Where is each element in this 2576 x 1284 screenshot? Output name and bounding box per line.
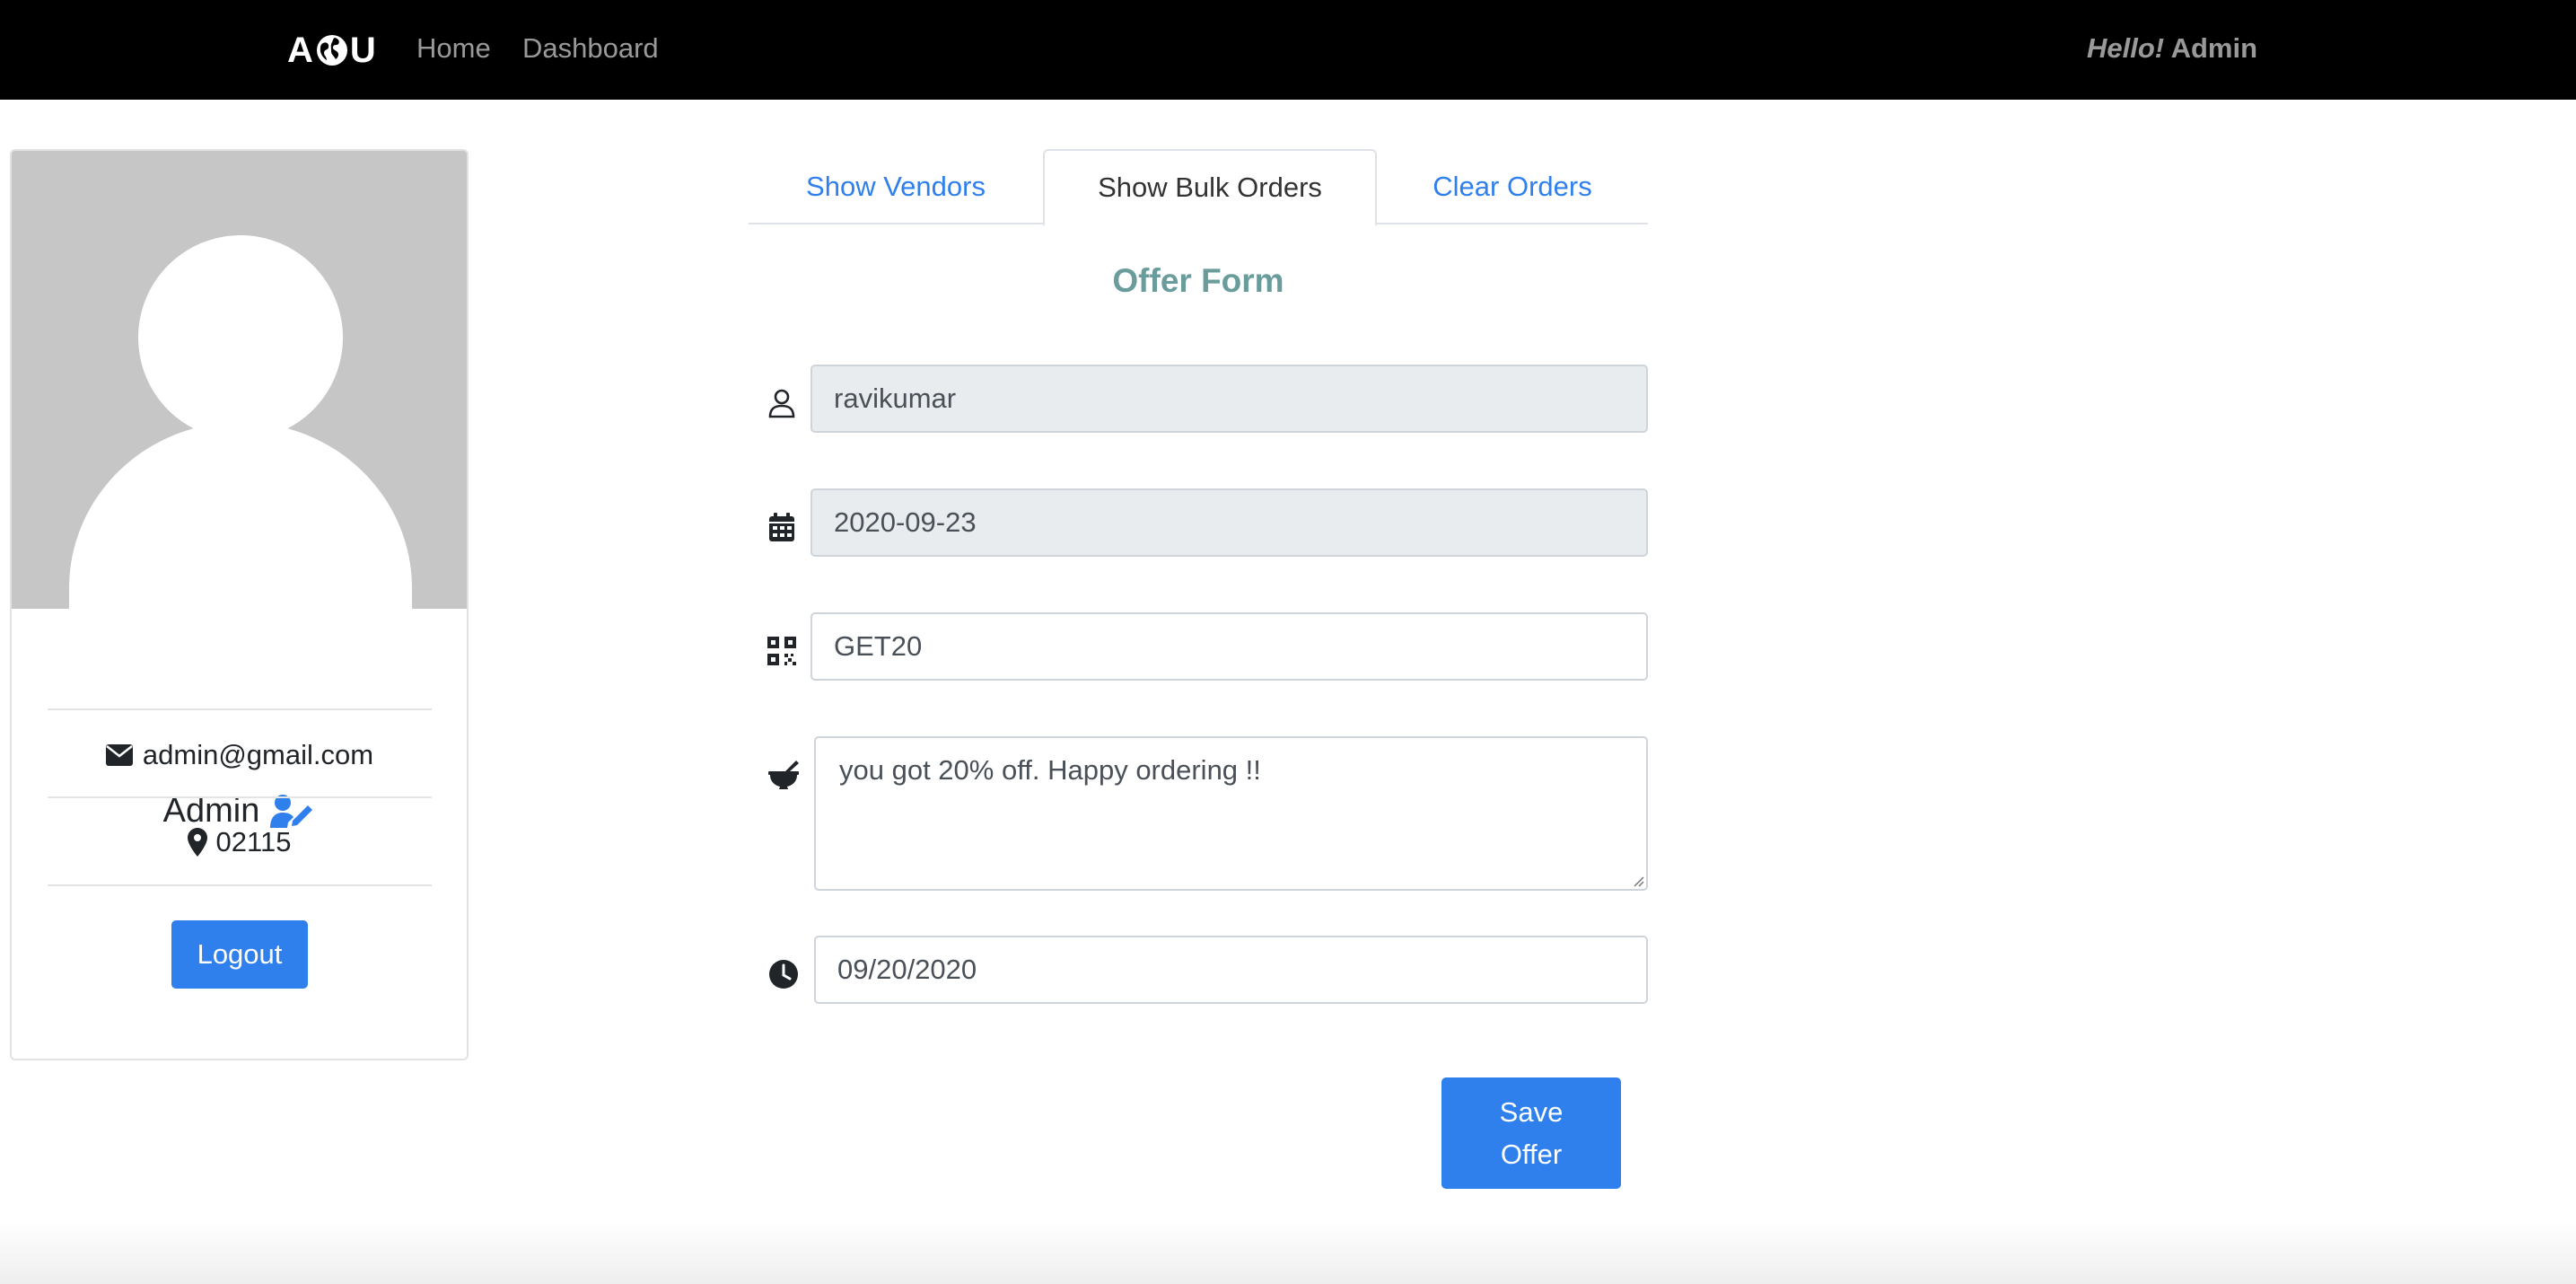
nav-link-dashboard[interactable]: Dashboard — [522, 32, 659, 65]
profile-email: admin@gmail.com — [142, 739, 374, 770]
avatar — [12, 151, 467, 609]
map-marker-icon — [187, 828, 207, 857]
page-footer-shade — [0, 1221, 2576, 1284]
globe-icon — [316, 35, 347, 66]
mortar-pestle-icon — [768, 761, 799, 789]
brand-letter-u: U — [349, 30, 377, 70]
save-offer-label-line2: Offer — [1500, 1139, 1563, 1170]
save-offer-label-line1: Save — [1499, 1096, 1564, 1128]
profile-zip: 02115 — [215, 826, 292, 857]
avatar-head-shape — [138, 235, 343, 440]
offer-message-textarea[interactable]: you got 20% off. Happy ordering !! — [814, 736, 1648, 891]
brand-letter-a: A — [287, 30, 314, 70]
username-input[interactable]: ravikumar — [810, 365, 1648, 433]
clock-icon — [769, 960, 798, 989]
divider — [48, 884, 432, 886]
brand-logo[interactable]: A U — [287, 27, 377, 74]
greeting: Hello! Admin — [2087, 32, 2257, 65]
divider — [48, 708, 432, 710]
calendar-icon — [769, 513, 794, 541]
nav-link-home[interactable]: Home — [416, 32, 491, 65]
tab-show-vendors[interactable]: Show Vendors — [749, 149, 1043, 224]
user-edit-icon[interactable] — [268, 794, 315, 830]
tab-clear-orders[interactable]: Clear Orders — [1377, 149, 1648, 224]
avatar-body-shape — [69, 422, 412, 609]
coupon-code-input[interactable]: GET20 — [810, 612, 1648, 681]
resize-grip-icon[interactable] — [1632, 875, 1644, 887]
greeting-name: Admin — [2170, 32, 2258, 64]
zip-row: 02115 — [12, 826, 467, 858]
tab-show-bulk-orders[interactable]: Show Bulk Orders — [1043, 149, 1377, 226]
save-offer-button[interactable]: Save Offer — [1441, 1077, 1621, 1189]
email-row: admin@gmail.com — [12, 739, 467, 771]
qrcode-icon — [767, 637, 796, 665]
profile-card: Admin admin@gmail.com 02115 Logout — [10, 149, 469, 1060]
form-title: Offer Form — [1112, 262, 1284, 299]
divider — [48, 796, 432, 798]
logout-button[interactable]: Logout — [171, 920, 308, 989]
date-input[interactable]: 2020-09-23 — [810, 488, 1648, 557]
tab-bar: Show Vendors Show Bulk Orders Clear Orde… — [749, 149, 1648, 226]
top-navbar: A U Home Dashboard Hello! Admin — [0, 0, 2576, 100]
expiry-date-input[interactable]: 09/20/2020 — [814, 936, 1648, 1004]
envelope-icon — [105, 744, 133, 766]
greeting-hello: Hello! — [2087, 32, 2165, 64]
user-icon — [768, 389, 795, 418]
